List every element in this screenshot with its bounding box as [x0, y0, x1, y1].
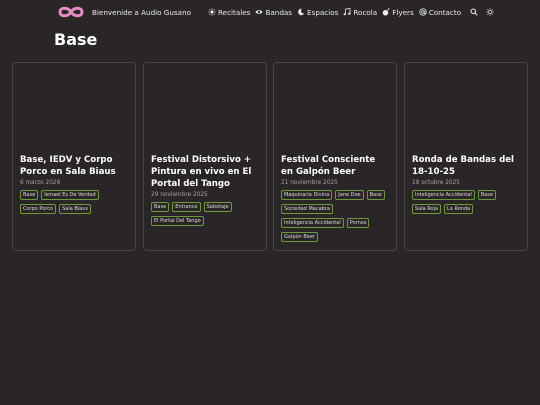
card-title[interactable]: Base, IEDV y Corpo Porco en Sala Biaus: [20, 154, 129, 178]
nav-recitales[interactable]: Recitales: [208, 8, 250, 17]
card-title[interactable]: Festival Consciente en Galpón Beer: [281, 154, 390, 178]
tag-list: Maquinaria Divina Jane Doe Base Sociedad…: [281, 190, 390, 246]
card-body: Base, IEDV y Corpo Porco en Sala Biaus 6…: [20, 154, 129, 218]
tag[interactable]: Sala Biaus: [59, 204, 92, 214]
main-nav: Recitales Bandas Espacios Rocola Flyers …: [208, 5, 498, 19]
tag[interactable]: Maquinaria Divina: [281, 190, 333, 200]
nav-rocola[interactable]: Rocola: [343, 8, 377, 17]
tag[interactable]: Sabotaje: [203, 202, 232, 212]
tag[interactable]: Ismael Es De Verdad: [41, 190, 99, 200]
tag-list: Base Entrance Sabotaje El Portal Del Tan…: [151, 202, 260, 230]
event-card[interactable]: Festival Consciente en Galpón Beer 21 no…: [273, 62, 397, 251]
nav-label: Recitales: [218, 7, 251, 17]
theme-toggle-button[interactable]: [486, 8, 494, 16]
bomb-icon: [382, 8, 390, 16]
tag[interactable]: Corpo Porco: [20, 204, 57, 214]
top-navbar: Bienvenide a Audio Gusano Recitales Band…: [0, 0, 540, 24]
search-button[interactable]: [470, 8, 478, 16]
tag-list: Base Ismael Es De Verdad Corpo Porco Sal…: [20, 190, 129, 218]
event-card-grid: Base, IEDV y Corpo Porco en Sala Biaus 6…: [12, 62, 528, 251]
nav-flyers[interactable]: Flyers: [382, 8, 414, 17]
tag[interactable]: Base: [20, 190, 39, 200]
nav-label: Espacios: [307, 7, 339, 17]
card-body: Ronda de Bandas del 18-10-25 18 octubre …: [412, 154, 521, 218]
card-date: 21 noviembre 2025: [281, 180, 338, 186]
tag[interactable]: Base: [151, 202, 170, 212]
tag[interactable]: El Portal Del Tango: [151, 216, 204, 226]
nav-label: Flyers: [392, 7, 414, 17]
music-note-icon: [343, 8, 351, 16]
brand-link[interactable]: Bienvenide a Audio Gusano: [57, 4, 191, 20]
card-body: Festival Consciente en Galpón Beer 21 no…: [281, 154, 390, 246]
tag[interactable]: Galpón Beer: [281, 232, 318, 242]
card-date: 6 marzo 2026: [20, 180, 61, 186]
card-title[interactable]: Festival Distorsivo + Pintura en vivo en…: [151, 154, 260, 190]
tag-list: Inteligencia Accidental Base Sala Roja L…: [412, 190, 521, 218]
tag[interactable]: Inteligencia Accidental: [281, 218, 344, 228]
card-body: Festival Distorsivo + Pintura en vivo en…: [151, 154, 260, 230]
card-date: 18 octubre 2025: [412, 180, 460, 186]
search-icon: [470, 8, 478, 16]
event-card[interactable]: Base, IEDV y Corpo Porco en Sala Biaus 6…: [12, 62, 136, 251]
event-card[interactable]: Ronda de Bandas del 18-10-25 18 octubre …: [404, 62, 528, 251]
tag[interactable]: La Ronda: [444, 204, 474, 214]
tag[interactable]: Entrance: [172, 202, 201, 212]
at-icon: [419, 8, 427, 16]
tag[interactable]: Sociedad Macabra: [281, 204, 333, 214]
tag[interactable]: Jane Doe: [335, 190, 364, 200]
moon-icon: [298, 8, 305, 16]
brand-text: Bienvenide a Audio Gusano: [92, 7, 192, 17]
tag[interactable]: Inteligencia Accidental: [412, 190, 475, 200]
tag[interactable]: Pornos: [346, 218, 370, 228]
nav-contacto[interactable]: Contacto: [419, 8, 461, 17]
nav-bandas[interactable]: Bandas: [255, 8, 292, 17]
page-title: Base: [54, 30, 98, 49]
tag[interactable]: Base: [477, 190, 496, 200]
sun-icon: [208, 8, 216, 16]
sun-toggle-icon: [486, 8, 494, 16]
infinity-logo-icon: [58, 6, 84, 18]
nav-label: Contacto: [428, 7, 462, 17]
nav-label: Bandas: [265, 7, 293, 17]
eye-icon: [255, 10, 263, 14]
card-title[interactable]: Ronda de Bandas del 18-10-25: [412, 154, 521, 178]
nav-espacios[interactable]: Espacios: [297, 8, 338, 17]
card-date: 29 noviembre 2025: [151, 192, 208, 198]
nav-label: Rocola: [353, 7, 378, 17]
tag[interactable]: Sala Roja: [412, 204, 442, 214]
tag[interactable]: Base: [366, 190, 385, 200]
event-card[interactable]: Festival Distorsivo + Pintura en vivo en…: [143, 62, 267, 251]
